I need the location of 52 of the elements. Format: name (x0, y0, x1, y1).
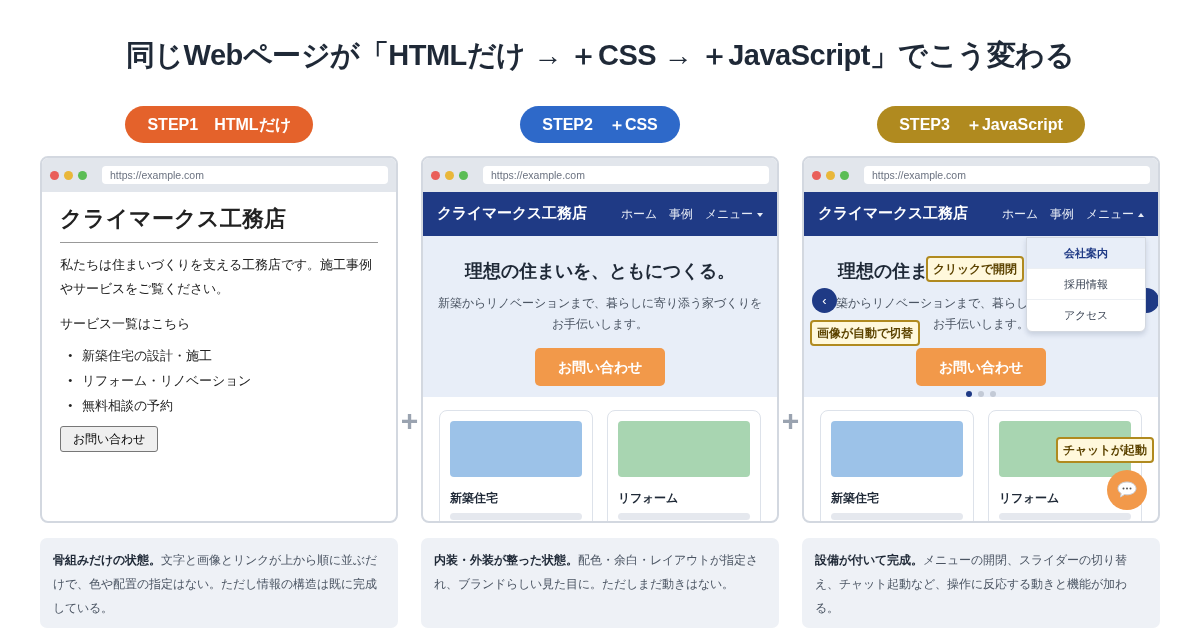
list-item: 無料相談の予約 (82, 398, 173, 414)
site-logo[interactable]: クライマークス工務店 (437, 203, 609, 225)
page-heading: クライマークス工務店 (60, 206, 378, 244)
bullet-icon: • (68, 368, 82, 394)
address-bar[interactable]: https://example.com (483, 166, 769, 184)
hero-text: 築からリノベーションまで、暮らし (836, 297, 1028, 309)
callout-label: チャットが起動 (1056, 437, 1154, 463)
list-item: 新築住宅の設計・施工 (82, 348, 212, 364)
site-logo[interactable]: クライマークス工務店 (818, 203, 990, 225)
nav-link[interactable]: 事例 (669, 205, 693, 223)
nav-link[interactable]: 事例 (1050, 205, 1074, 223)
carousel-dot[interactable] (966, 391, 972, 397)
card-title: リフォーム (618, 490, 679, 507)
caption-text: 内装・外装が整った状態。配色・余白・レイアウトが指定され、ブランドらしい見た目に。ただしまだ動きはない。 (421, 538, 779, 628)
hero-text: お手伝いします。 (552, 317, 648, 331)
chat-button[interactable] (1107, 470, 1147, 510)
previous-slide-button[interactable]: ‹ (812, 288, 837, 313)
list-item: リフォーム・リノベーション (82, 373, 251, 389)
address-bar[interactable]: https://example.com (102, 166, 388, 184)
menu-item[interactable]: アクセス (1027, 300, 1145, 331)
nav-link[interactable]: メニュー (705, 205, 763, 223)
hero-title: 理想の住まいを、ともにつくる。 (465, 261, 735, 281)
card-title: 新築住宅 (450, 490, 499, 507)
hero-text: お手伝いします。 (933, 317, 1029, 331)
step-badge: STEP3 ＋JavaScript (877, 106, 1085, 143)
carousel-dot[interactable] (990, 391, 996, 397)
nav-link[interactable]: メニュー (1086, 205, 1144, 223)
nav-link[interactable]: ホーム (621, 205, 657, 223)
callout-label: クリックで開閉 (926, 256, 1024, 282)
bullet-icon: • (68, 393, 82, 419)
chat-bubble-icon (1116, 480, 1138, 500)
hero-text: 新築からリノベーションまで、暮らしに寄り添う家づくりを (438, 296, 762, 310)
carousel-dot[interactable] (978, 391, 984, 397)
nav-link[interactable]: ホーム (1002, 205, 1038, 223)
menu-item[interactable]: 採用情報 (1027, 269, 1145, 300)
contact-button[interactable]: お問い合わせ (60, 426, 158, 453)
page-title: 同じWebページが「HTMLだけ → ＋CSS → ＋JavaScript」でこう変わる (124, 38, 1076, 73)
hero-title: 理想の住ま (838, 261, 928, 281)
plus-sign: + (781, 402, 800, 439)
card-title: 新築住宅 (831, 490, 880, 507)
caption-text: 骨組みだけの状態。文字と画像とリンクが上から順に並ぶだけで、色や配置の指定はない。ただし情報の構造は既に完成している。 (40, 538, 398, 628)
card-title: リフォーム (999, 490, 1060, 507)
bullet-icon: • (68, 343, 82, 369)
plus-sign: + (400, 402, 419, 439)
text-link[interactable]: サービス一覧はこちら (60, 316, 190, 332)
address-bar[interactable]: https://example.com (864, 166, 1150, 184)
menu-item[interactable]: 会社案内 (1027, 238, 1145, 269)
body-text: 私たちは住まいづくりを支える工務店です。施工事例やサービスをご覧ください。 (60, 256, 373, 299)
step-badge: STEP1 HTMLだけ (125, 106, 313, 143)
caption-text: 設備が付いて完成。メニューの開閉、スライダーの切り替え、チャット起動など、操作に反応する動きと機能が加わる。 (802, 538, 1160, 628)
callout-label: 画像が自動で切替 (810, 320, 920, 346)
step-badge: STEP2 ＋CSS (520, 106, 680, 143)
